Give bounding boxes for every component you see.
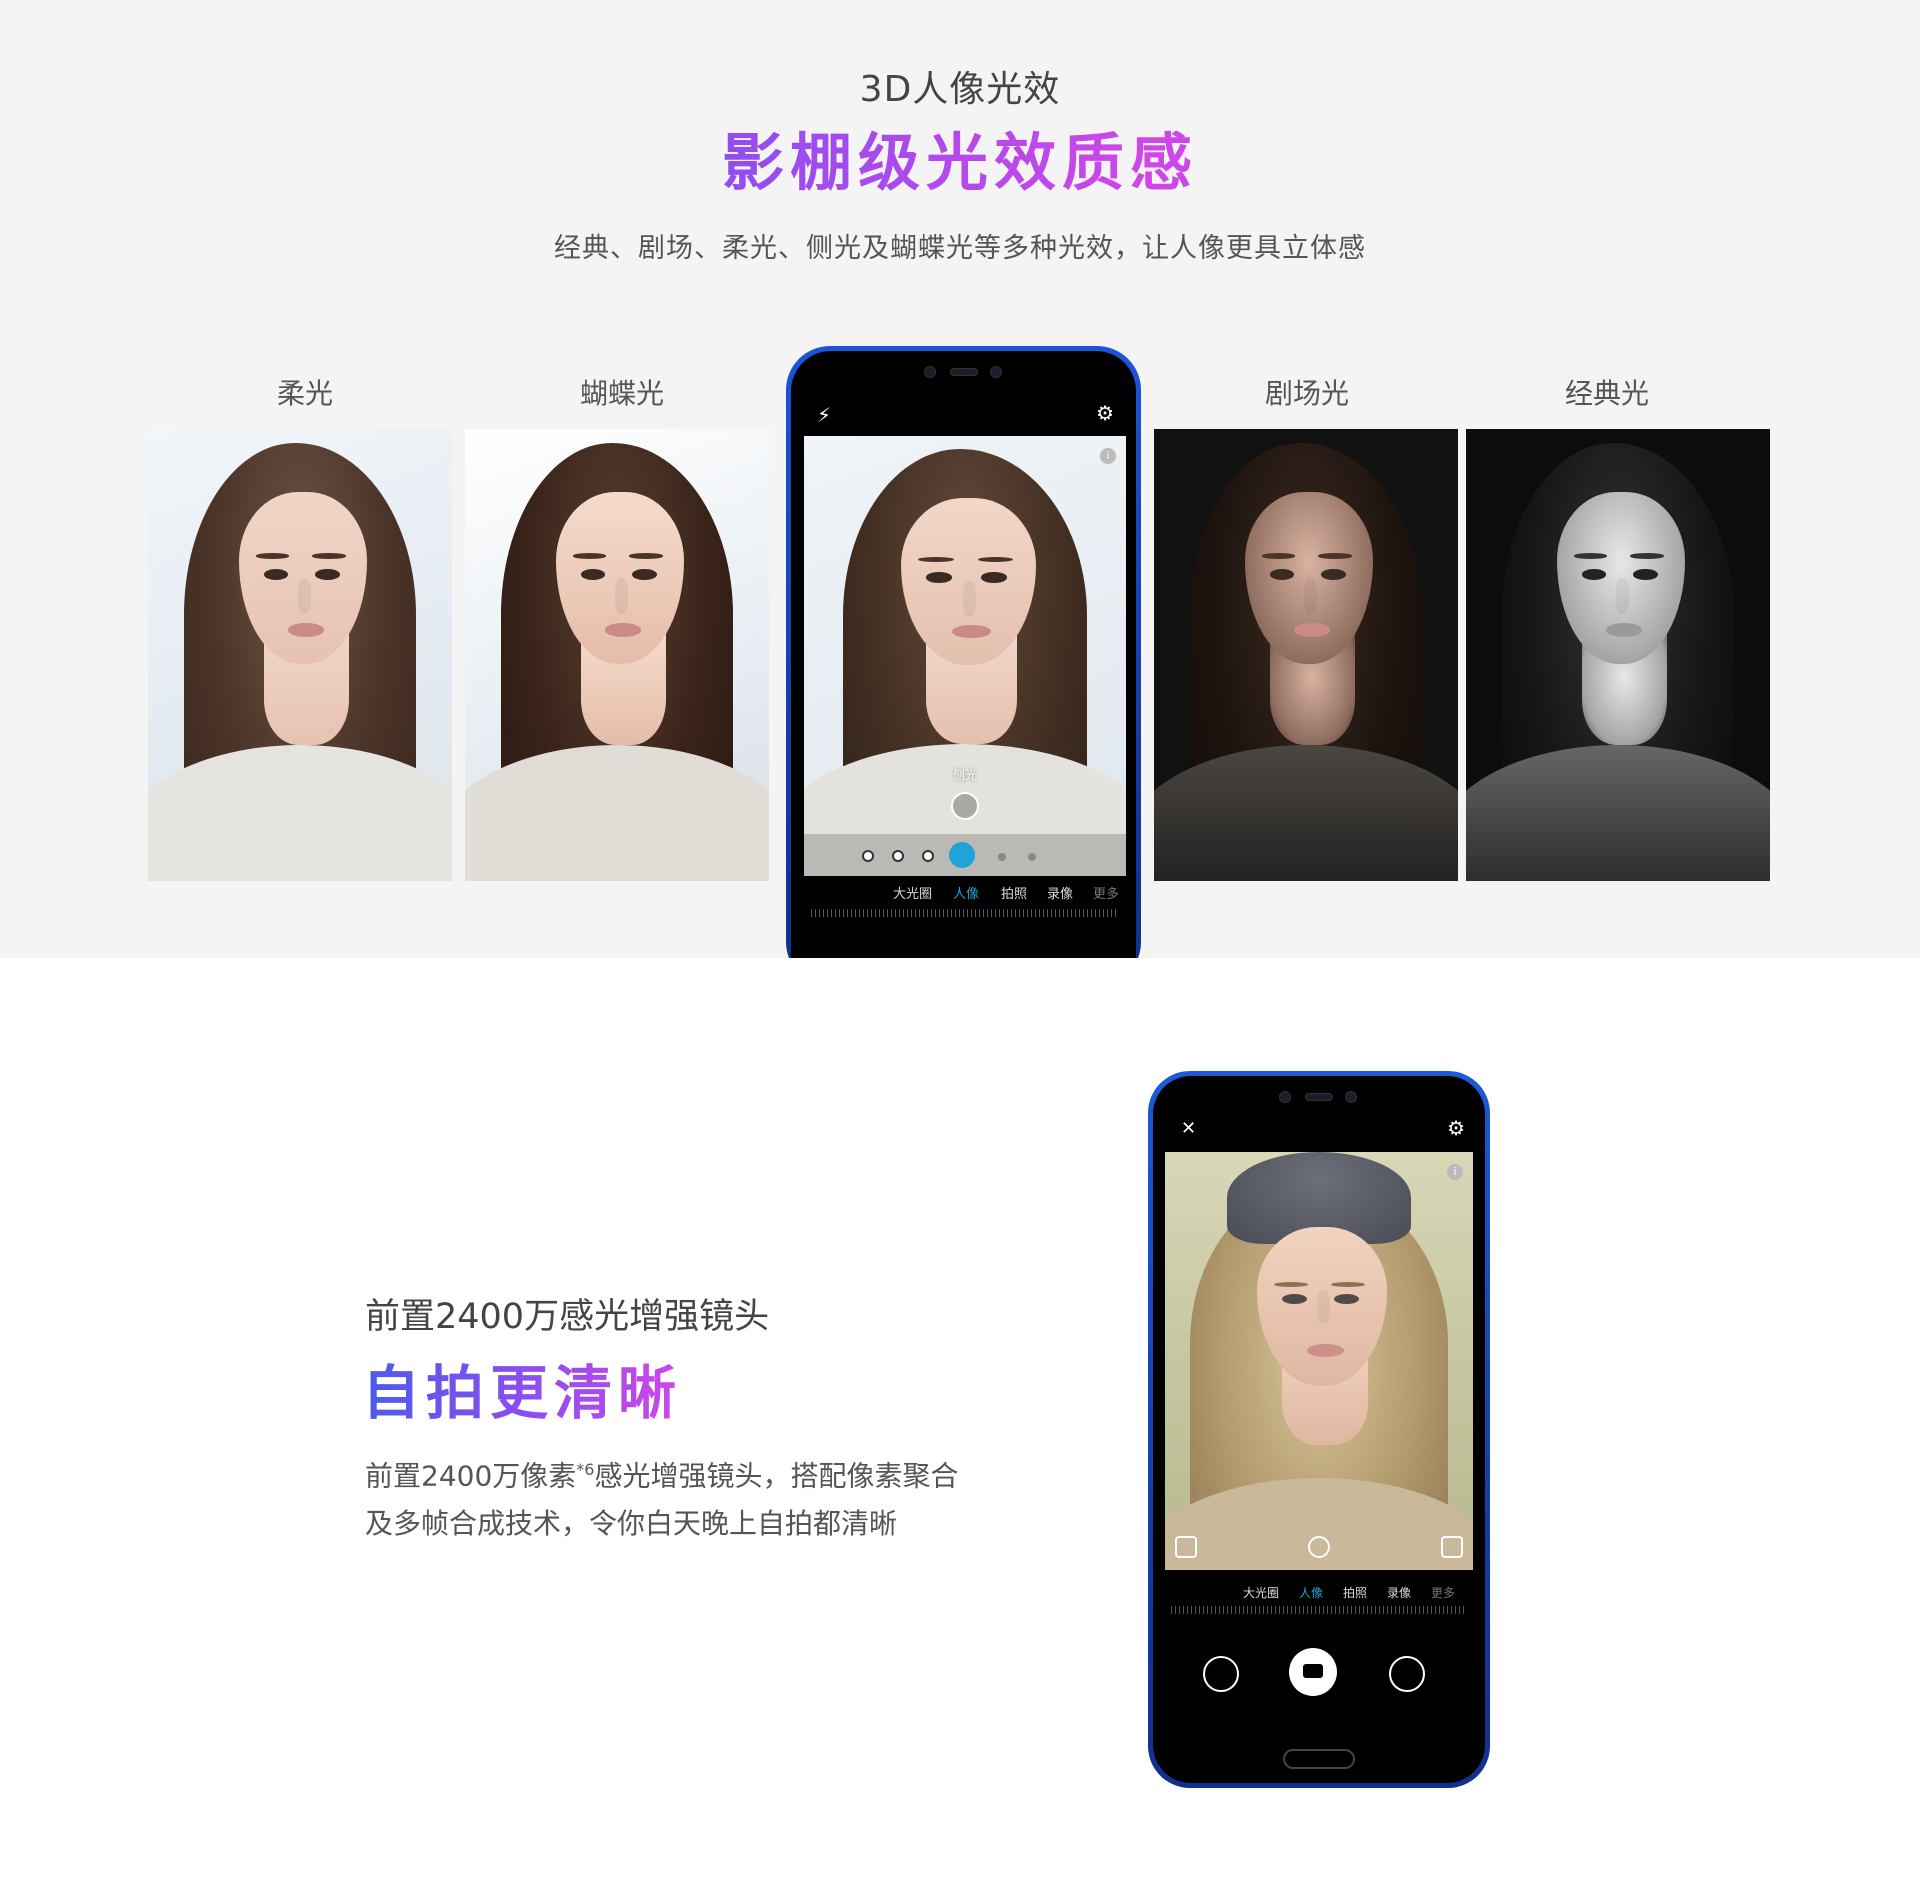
mode-more[interactable]: 更多 [1093, 883, 1119, 902]
earpiece [1305, 1093, 1333, 1101]
phone-mockup-selfie: ✕ ⚙ i 大光圈 人像 拍照 录像 更多 [1148, 1071, 1490, 1788]
camera-viewfinder[interactable]: i 侧光 [804, 436, 1126, 876]
effect-option[interactable] [892, 850, 904, 862]
photo-label-theater: 剧场光 [1264, 377, 1349, 410]
front-camera-icon [923, 366, 936, 378]
selfie-description: 前置2400万像素*6感光增强镜头，搭配像素聚合 及多帧合成技术，令你白天晚上自… [365, 1446, 1065, 1548]
lighting-effect-selector[interactable] [804, 834, 1126, 876]
settings-gear-icon[interactable]: ⚙ [1447, 1116, 1465, 1140]
shutter-button[interactable] [1289, 1648, 1337, 1696]
front-camera-icon [1279, 1091, 1291, 1103]
zoom-ruler[interactable] [1171, 1606, 1467, 1614]
phone-notch [923, 363, 1004, 381]
description-text: 感光增强镜头，搭配像素聚合 [594, 1459, 959, 1493]
lighting-effect-icon[interactable] [951, 792, 979, 820]
effect-option[interactable] [998, 853, 1006, 861]
filter-icon[interactable] [1203, 1656, 1239, 1692]
mode-photo[interactable]: 拍照 [1001, 883, 1027, 902]
photo-label-soft: 柔光 [276, 377, 333, 410]
effect-option[interactable] [862, 850, 874, 862]
flash-off-icon[interactable]: ✕ [1181, 1118, 1196, 1139]
beauty-mini-icon[interactable] [1441, 1536, 1463, 1558]
phone-screen: ✕ ⚙ i 大光圈 人像 拍照 录像 更多 [1153, 1076, 1485, 1783]
earpiece [949, 368, 978, 376]
phone-screen: ⚡ ⚙ i 侧光 大光圈 人像 拍照 录像 更多 [791, 351, 1136, 958]
photo-label-butterfly: 蝴蝶光 [579, 377, 664, 410]
fingerprint-home-button[interactable] [1283, 1749, 1355, 1769]
sensor-icon [1345, 1091, 1357, 1103]
mode-photo[interactable]: 拍照 [1343, 1584, 1367, 1601]
flash-icon[interactable]: ⚡ [817, 403, 831, 427]
footnote-marker: *6 [576, 1460, 595, 1479]
section-title: 影棚级光效质感 [0, 112, 1920, 202]
mode-portrait[interactable]: 人像 [953, 883, 979, 902]
portrait-theater-light [1154, 429, 1458, 881]
mode-video[interactable]: 录像 [1387, 1584, 1411, 1601]
mode-aperture[interactable]: 大光圈 [1243, 1584, 1279, 1601]
zoom-ruler[interactable] [811, 909, 1116, 917]
photo-label-classic: 经典光 [1564, 377, 1649, 410]
portrait-butterfly-light [465, 429, 769, 881]
selfie-title: 自拍更清晰 [362, 1346, 682, 1430]
gallery-mini-icon[interactable] [1175, 1536, 1197, 1558]
info-icon[interactable]: i [1447, 1164, 1463, 1180]
effect-option[interactable] [922, 850, 934, 862]
description-text: 前置2400万像素 [365, 1459, 577, 1493]
phone-notch [1279, 1088, 1359, 1106]
lighting-effects-section: 3D人像光效 影棚级光效质感 经典、剧场、柔光、侧光及蝴蝶光等多种光效，让人像更… [0, 0, 1920, 958]
section-description: 经典、剧场、柔光、侧光及蝴蝶光等多种光效，让人像更具立体感 [554, 233, 1366, 264]
mode-portrait[interactable]: 人像 [1299, 1584, 1323, 1601]
info-icon[interactable]: i [1100, 448, 1116, 464]
switch-camera-icon[interactable] [1389, 1656, 1425, 1692]
mode-more[interactable]: 更多 [1431, 1584, 1455, 1601]
phone-mockup-portrait-mode: ⚡ ⚙ i 侧光 大光圈 人像 拍照 录像 更多 [786, 346, 1141, 958]
section-subtitle: 3D人像光效 [859, 69, 1061, 110]
settings-gear-icon[interactable]: ⚙ [1096, 401, 1114, 425]
effect-option-selected[interactable] [949, 842, 975, 868]
effect-name-label: 侧光 [952, 768, 978, 782]
aperture-mini-icon[interactable] [1308, 1536, 1330, 1558]
portrait-classic-light [1466, 429, 1770, 881]
camera-viewfinder[interactable]: i [1165, 1152, 1473, 1570]
mode-aperture[interactable]: 大光圈 [893, 883, 932, 902]
effect-option[interactable] [1028, 853, 1036, 861]
description-text: 及多帧合成技术，令你白天晚上自拍都清晰 [365, 1507, 898, 1541]
portrait-soft-light [148, 429, 452, 881]
mode-video[interactable]: 录像 [1047, 883, 1073, 902]
sensor-icon [989, 366, 1002, 378]
selfie-subtitle: 前置2400万感光增强镜头 [365, 1297, 770, 1337]
